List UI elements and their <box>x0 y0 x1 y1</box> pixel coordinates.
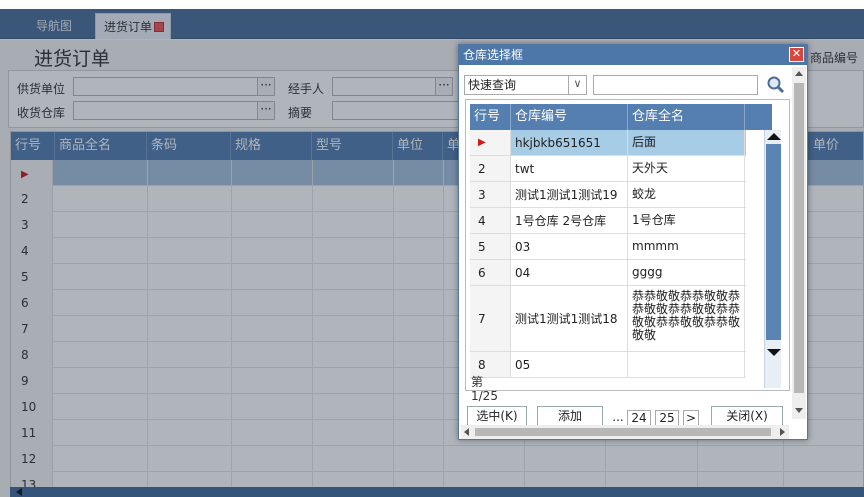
list-item[interactable]: 3 测试1测试1测试19 蛟龙 <box>470 182 746 208</box>
list-item[interactable]: ▶ hkjbkb651651 后面 <box>470 130 746 156</box>
page-indicator: 第 1/25 <box>471 375 501 403</box>
list-item[interactable]: 6 04 gggg <box>470 260 746 286</box>
warehouse-select-dialog: 仓库选择框 ✕ 快速查询 ∨ 行号 仓库编号 仓库全名 ▶ hkjbkb65165… <box>458 44 808 440</box>
dialog-title: 仓库选择框 <box>459 45 807 65</box>
search-input[interactable] <box>593 75 758 95</box>
dialog-vertical-scrollbar[interactable] <box>792 67 806 419</box>
scroll-up-icon[interactable] <box>767 133 781 140</box>
list-scrollbar[interactable] <box>764 130 781 388</box>
list-item-code: 04 <box>511 260 628 285</box>
list-col-row[interactable]: 行号 <box>470 104 511 130</box>
close-button[interactable]: 关闭(X) <box>711 406 783 426</box>
dialog-horizontal-scrollbar[interactable] <box>461 425 789 439</box>
list-item-code: 测试1测试1测试19 <box>511 182 628 207</box>
dialog-close-icon[interactable]: ✕ <box>789 47 804 62</box>
list-item-name: 后面 <box>628 130 745 155</box>
list-item-row-number: ▶ <box>470 130 511 155</box>
list-scroll-thumb[interactable] <box>766 144 781 340</box>
list-item[interactable]: 4 1号仓库 2号仓库 1号仓库 <box>470 208 746 234</box>
scroll-down-icon[interactable] <box>767 349 781 356</box>
dialog-title-text: 仓库选择框 <box>463 48 524 62</box>
search-icon[interactable] <box>766 75 786 95</box>
query-mode-value: 快速查询 <box>468 78 517 92</box>
chevron-down-icon[interactable]: ∨ <box>568 76 586 94</box>
page-indicator-text: 第 1/25 <box>471 375 498 403</box>
warehouse-list: 行号 仓库编号 仓库全名 ▶ hkjbkb651651 后面 2 twt 天外天 3 测试1测… <box>465 99 790 391</box>
list-item-code: 03 <box>511 234 628 259</box>
list-item[interactable]: 5 03 mmmm <box>470 234 746 260</box>
top-strip <box>0 0 864 9</box>
list-item-name: gggg <box>628 260 745 285</box>
list-item-code: twt <box>511 156 628 181</box>
list-item-code: hkjbkb651651 <box>511 130 628 155</box>
list-item-name: 天外天 <box>628 156 745 181</box>
select-button[interactable]: 选中(K) <box>467 406 527 426</box>
list-item[interactable]: 7 测试1测试1测试18 恭恭敬敬恭恭敬敬恭恭敬敬恭恭敬敬恭恭敬敬恭恭敬敬恭恭敬敬敬 <box>470 286 746 352</box>
list-item-name: mmmm <box>628 234 745 259</box>
query-mode-select[interactable]: 快速查询 ∨ <box>464 75 587 95</box>
scroll-left-icon[interactable] <box>464 428 469 436</box>
list-col-code[interactable]: 仓库编号 <box>511 104 628 130</box>
list-item-code: 1号仓库 2号仓库 <box>511 208 628 233</box>
current-row-pointer-icon: ▶ <box>478 137 486 148</box>
list-item-row-number: 4 <box>470 208 511 233</box>
list-item-row-number: 8 <box>470 352 511 377</box>
dialog-scroll-thumb[interactable] <box>794 83 804 393</box>
list-item-row-number: 3 <box>470 182 511 207</box>
list-item[interactable]: 2 twt 天外天 <box>470 156 746 182</box>
list-item-row-number: 2 <box>470 156 511 181</box>
list-item-name: 1号仓库 <box>628 208 745 233</box>
list-item-row-number: 5 <box>470 234 511 259</box>
list-header: 行号 仓库编号 仓库全名 <box>470 104 772 130</box>
scroll-right-icon[interactable] <box>780 428 785 436</box>
scroll-down-icon[interactable] <box>795 408 803 413</box>
list-col-name[interactable]: 仓库全名 <box>628 104 745 130</box>
list-item-code: 05 <box>511 352 628 377</box>
list-item-name: 恭恭敬敬恭恭敬敬恭恭敬敬恭恭敬敬恭恭敬敬恭恭敬敬恭恭敬敬敬 <box>628 286 745 351</box>
list-item-code: 测试1测试1测试18 <box>511 286 628 351</box>
list-item-row-number: 7 <box>470 286 511 351</box>
add-button[interactable]: 添加 <box>537 406 603 426</box>
scroll-up-icon[interactable] <box>795 71 803 76</box>
list-item-name: 蛟龙 <box>628 182 745 207</box>
list-item-name <box>628 352 745 377</box>
dialog-hscroll-thumb[interactable] <box>475 428 771 436</box>
list-item[interactable]: 8 05 <box>470 352 746 378</box>
list-item-row-number: 6 <box>470 260 511 285</box>
